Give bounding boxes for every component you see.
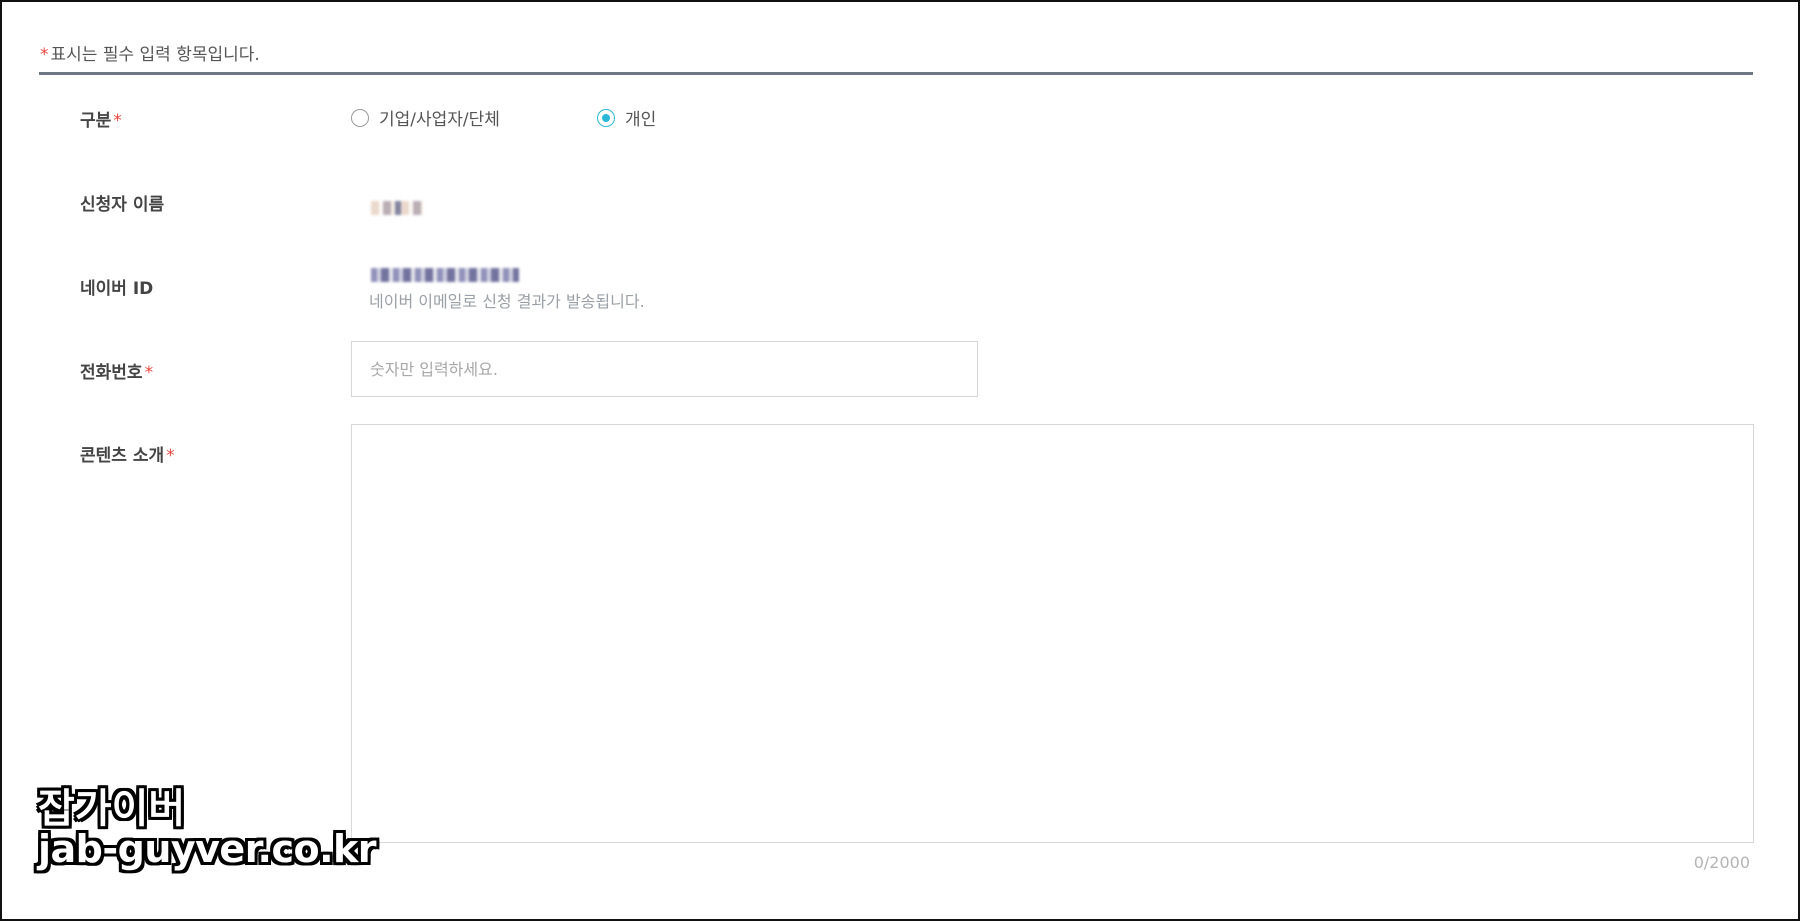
radio-checked-icon[interactable]	[597, 108, 615, 127]
division-label: 구분 *	[80, 106, 122, 131]
radio-individual[interactable]: 개인	[597, 105, 656, 130]
required-star: *	[144, 363, 154, 383]
required-note: * 표시는 필수 입력 항목입니다.	[40, 40, 260, 65]
applicant-name-label: 신청자 이름	[80, 190, 164, 215]
content-intro-label-text: 콘텐츠 소개	[80, 446, 165, 466]
naver-id-label: 네이버 ID	[80, 274, 153, 299]
phone-label-text: 전화번호	[80, 363, 143, 383]
char-counter: 0/2000	[1693, 853, 1750, 872]
required-note-text: 표시는 필수 입력 항목입니다.	[50, 45, 260, 65]
content-intro-label: 콘텐츠 소개 *	[80, 441, 175, 466]
required-star: *	[40, 45, 49, 65]
watermark-line-2: jab-guyver.co.kr	[38, 827, 377, 871]
naver-id-value-redacted	[371, 268, 519, 282]
phone-input[interactable]	[351, 341, 978, 397]
radio-unchecked-icon[interactable]	[351, 108, 369, 127]
required-star: *	[113, 111, 122, 131]
applicant-name-value-redacted	[371, 201, 423, 215]
radio-business[interactable]: 기업/사업자/단체	[351, 105, 500, 130]
phone-label: 전화번호 *	[80, 358, 153, 383]
watermark-line-1: 잡가이버	[38, 786, 186, 832]
radio-dot-icon	[602, 113, 610, 122]
naver-id-label-text: 네이버 ID	[80, 279, 154, 299]
radio-individual-label: 개인	[625, 110, 657, 130]
radio-business-label: 기업/사업자/단체	[379, 110, 500, 130]
division-label-text: 구분	[80, 111, 112, 131]
watermark: 잡가이버 jab-guyver.co.kr	[38, 786, 377, 871]
required-star: *	[166, 446, 175, 466]
naver-id-helper-text: 네이버 이메일로 신청 결과가 발송됩니다.	[369, 292, 645, 311]
content-intro-textarea[interactable]	[351, 424, 1754, 843]
form-container: * 표시는 필수 입력 항목입니다. 구분 * 기업/사업자/단체 개인 신청자 이…	[0, 0, 1800, 921]
section-divider	[39, 72, 1753, 75]
applicant-name-label-text: 신청자 이름	[80, 195, 165, 215]
